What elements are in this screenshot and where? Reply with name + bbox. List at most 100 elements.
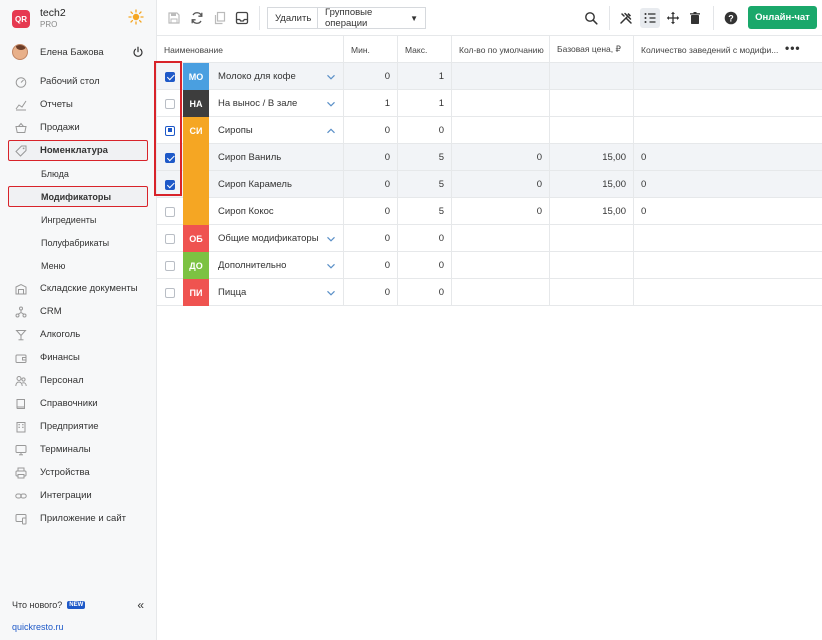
sidebar-item-app-site[interactable]: Приложение и сайт — [0, 507, 157, 530]
cell-cnt — [634, 90, 822, 117]
cell-def: 0 — [452, 171, 550, 198]
sidebar-item-warehouse[interactable]: Складские документы — [0, 277, 157, 300]
cell-name[interactable]: Сироп Кокос — [209, 198, 344, 225]
delete-button[interactable]: Удалить — [267, 7, 318, 29]
cell-price — [550, 90, 634, 117]
cell-cnt — [634, 279, 822, 306]
site-link[interactable]: quickresto.ru — [12, 622, 64, 632]
sidebar-subitem-menu[interactable]: Меню — [0, 254, 157, 277]
sidebar-subitem-modifiers[interactable]: Модификаторы — [0, 185, 157, 208]
row-checkbox[interactable] — [165, 206, 175, 217]
cell-name[interactable]: Дополнительно — [209, 252, 344, 279]
sidebar-item-integrations[interactable]: Интеграции — [0, 484, 157, 507]
row-checkbox[interactable] — [165, 287, 175, 298]
row-checkbox[interactable] — [165, 152, 175, 163]
sidebar-subitem-semifinished[interactable]: Полуфабрикаты — [0, 231, 157, 254]
refresh-icon[interactable] — [189, 10, 205, 26]
sidebar-item-reports[interactable]: Отчеты — [0, 93, 157, 116]
trash-icon[interactable] — [687, 10, 703, 26]
row-checkbox[interactable] — [165, 233, 175, 244]
sidebar-item-sales[interactable]: Продажи — [0, 116, 157, 139]
cell-name[interactable]: Молоко для кофе — [209, 63, 344, 90]
sidebar-subitem-ingredients[interactable]: Ингредиенты — [0, 208, 157, 231]
app-icon — [15, 513, 27, 525]
sidebar-item-label: Терминалы — [40, 444, 91, 455]
sidebar-subitem-dishes[interactable]: Блюда — [0, 162, 157, 185]
chevron-up-icon[interactable] — [326, 126, 336, 136]
column-header-venues-count[interactable]: Количество заведений с модифи... — [634, 36, 779, 63]
cell-max: 5 — [398, 198, 452, 225]
table-row[interactable]: Сироп Карамель 0 5 0 15,00 0 — [157, 171, 822, 198]
row-checkbox[interactable] — [165, 98, 175, 109]
modifier-name: Пицца — [218, 287, 247, 298]
cell-def — [452, 90, 550, 117]
table-row[interactable]: Сироп Кокос 0 5 0 15,00 0 — [157, 198, 822, 225]
group-operations-dropdown[interactable]: Групповые операции ▼ — [317, 7, 426, 29]
cell-min: 0 — [344, 171, 398, 198]
sidebar-item-nomenclature[interactable]: Номенклатура — [0, 139, 157, 162]
sidebar-item-crm[interactable]: CRM — [0, 300, 157, 323]
theme-sun-icon[interactable] — [128, 9, 144, 25]
row-checkbox[interactable] — [165, 125, 175, 136]
cell-name[interactable]: На вынос / В зале — [209, 90, 344, 117]
brand[interactable]: QR tech2 PRO — [12, 8, 66, 30]
cell-name[interactable]: Сироп Ваниль — [209, 144, 344, 171]
column-header-default-qty[interactable]: Кол-во по умолчанию — [452, 36, 550, 63]
inbox-icon[interactable] — [234, 10, 250, 26]
sidebar-item-devices[interactable]: Устройства — [0, 461, 157, 484]
cell-def: 0 — [452, 198, 550, 225]
table-row[interactable]: ПИ Пицца 0 0 — [157, 279, 822, 306]
table-row[interactable]: НА На вынос / В зале 1 1 — [157, 90, 822, 117]
row-checkbox[interactable] — [165, 71, 175, 82]
sidebar-item-alcohol[interactable]: Алкоголь — [0, 323, 157, 346]
toolbar-divider — [713, 6, 714, 30]
column-header-base-price[interactable]: Базовая цена, ₽ — [550, 36, 634, 63]
sidebar-item-dashboard[interactable]: Рабочий стол — [0, 70, 157, 93]
move-icon[interactable] — [665, 10, 681, 26]
sidebar-item-enterprise[interactable]: Предприятие — [0, 415, 157, 438]
table-row[interactable]: ДО Дополнительно 0 0 — [157, 252, 822, 279]
chevron-down-icon[interactable] — [326, 288, 336, 298]
sidebar-item-terminals[interactable]: Терминалы — [0, 438, 157, 461]
cell-name[interactable]: Сироп Карамель — [209, 171, 344, 198]
column-header-name[interactable]: Наименование — [157, 36, 344, 63]
cell-min: 0 — [344, 225, 398, 252]
chevron-down-icon[interactable] — [326, 72, 336, 82]
list-view-icon[interactable] — [640, 8, 660, 28]
save-icon[interactable] — [166, 10, 182, 26]
tools-icon[interactable] — [618, 10, 634, 26]
user-profile[interactable]: Елена Бажова — [12, 44, 144, 60]
column-header-max[interactable]: Макс. — [398, 36, 452, 63]
cell-name[interactable]: Сиропы — [209, 117, 344, 144]
cell-value: 0 — [384, 125, 390, 136]
collapse-sidebar-icon[interactable]: « — [137, 598, 144, 612]
help-icon[interactable]: ? — [723, 10, 739, 26]
more-options-icon[interactable]: ••• — [785, 41, 801, 55]
row-checkbox[interactable] — [165, 260, 175, 271]
table-row[interactable]: СИ Сиропы 0 0 — [157, 117, 822, 144]
cell-value: 0 — [384, 179, 390, 190]
sidebar-item-staff[interactable]: Персонал — [0, 369, 157, 392]
cell-value: 0 — [438, 287, 444, 298]
cell-value: 0 — [438, 233, 444, 244]
cell-value: 15,00 — [602, 152, 626, 163]
whats-new[interactable]: Что нового? NEW « — [12, 598, 144, 612]
row-checkbox-cell — [157, 252, 183, 279]
cell-name[interactable]: Общие модификаторы — [209, 225, 344, 252]
search-icon[interactable] — [583, 10, 599, 26]
cell-max: 0 — [398, 117, 452, 144]
column-header-min[interactable]: Мин. — [344, 36, 398, 63]
power-icon[interactable] — [132, 46, 144, 58]
row-checkbox[interactable] — [165, 179, 175, 190]
chevron-down-icon[interactable] — [326, 99, 336, 109]
sidebar-item-finance[interactable]: Финансы — [0, 346, 157, 369]
cell-name[interactable]: Пицца — [209, 279, 344, 306]
online-chat-button[interactable]: Онлайн-чат — [748, 6, 817, 29]
table-row[interactable]: МО Молоко для кофе 0 1 — [157, 63, 822, 90]
chevron-down-icon[interactable] — [326, 261, 336, 271]
sidebar-item-directories[interactable]: Справочники — [0, 392, 157, 415]
chevron-down-icon[interactable] — [326, 234, 336, 244]
table-row[interactable]: Сироп Ваниль 0 5 0 15,00 0 — [157, 144, 822, 171]
copy-icon[interactable] — [212, 10, 228, 26]
table-row[interactable]: ОБ Общие модификаторы 0 0 — [157, 225, 822, 252]
